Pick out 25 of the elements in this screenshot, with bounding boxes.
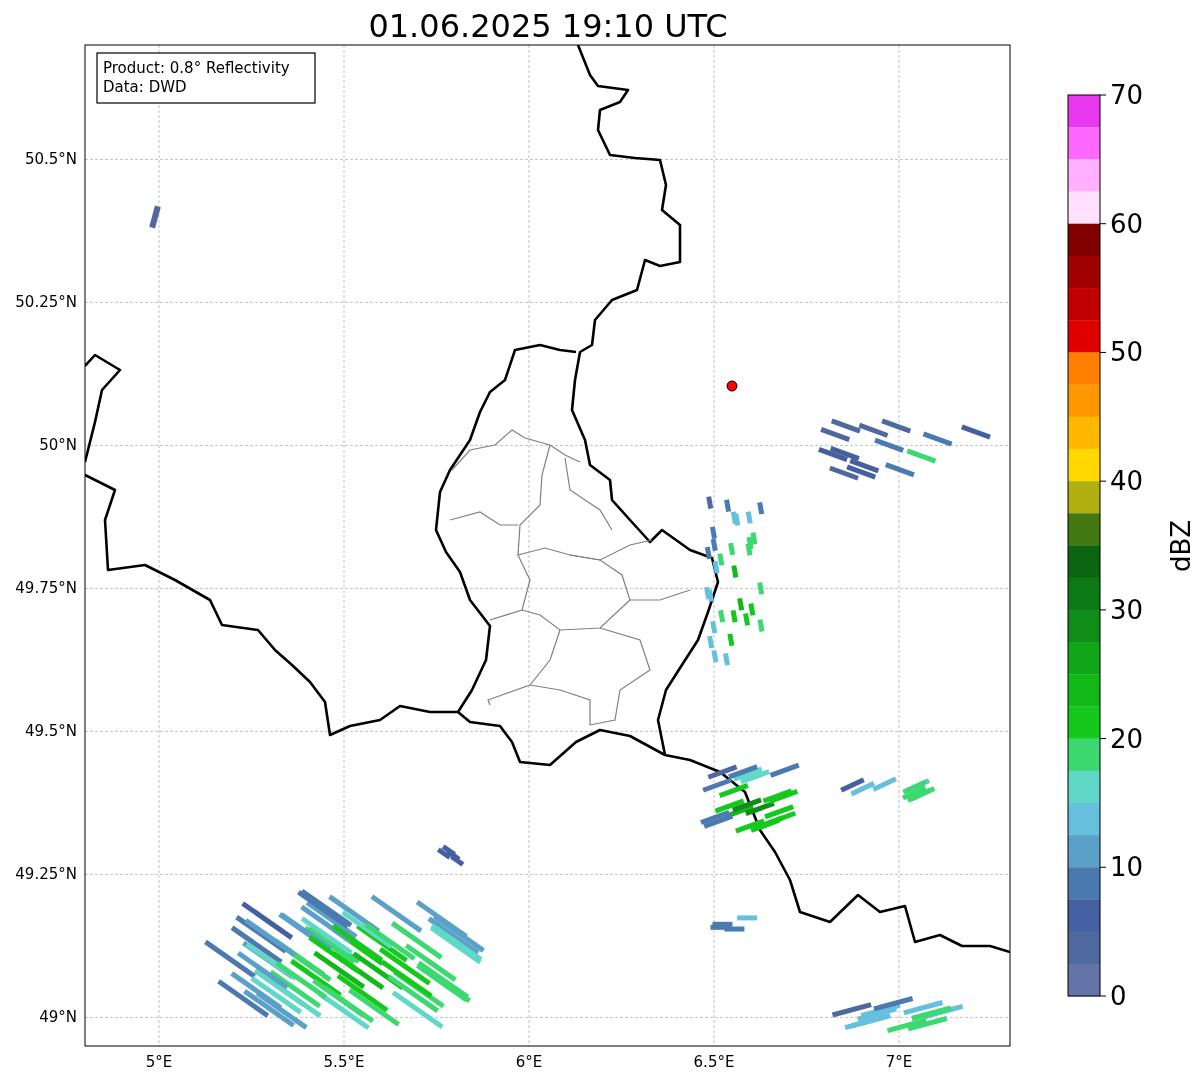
longitude-label: 6°E — [515, 1053, 543, 1071]
longitude-label: 6.5°E — [693, 1053, 735, 1071]
colorbar-tick-label: 50 — [1110, 337, 1144, 368]
latitude-label: 49°N — [39, 1008, 77, 1027]
latitude-label: 49.25°N — [15, 865, 77, 884]
info-text: Data: DWD — [103, 78, 187, 96]
info-text: Product: 0.8° Reflectivity — [103, 59, 290, 77]
colorbar-label: dBZ — [1166, 519, 1196, 573]
colorbar-tick-label: 20 — [1110, 723, 1144, 754]
latitude-label: 50.25°N — [15, 293, 77, 312]
colorbar-tick-label: 10 — [1110, 852, 1144, 883]
latitude-label: 49.75°N — [15, 579, 77, 598]
colorbar-tick-label: 30 — [1110, 594, 1144, 625]
location-marker — [726, 380, 738, 392]
longitude-label: 5°E — [145, 1053, 173, 1071]
colorbar-tick-label: 0 — [1110, 981, 1127, 1011]
latitude-label: 50.5°N — [24, 150, 77, 169]
colorbar-tick-label: 40 — [1110, 466, 1144, 497]
longitude-label: 5.5°E — [323, 1053, 365, 1071]
latitude-label: 50°N — [39, 436, 77, 455]
chart-title: 01.06.2025 19:10 UTC — [368, 7, 728, 45]
longitude-label: 7°E — [885, 1053, 913, 1071]
latitude-label: 49.5°N — [24, 722, 77, 741]
colorbar-tick-label: 60 — [1110, 208, 1144, 239]
colorbar-tick-label: 70 — [1110, 80, 1144, 110]
